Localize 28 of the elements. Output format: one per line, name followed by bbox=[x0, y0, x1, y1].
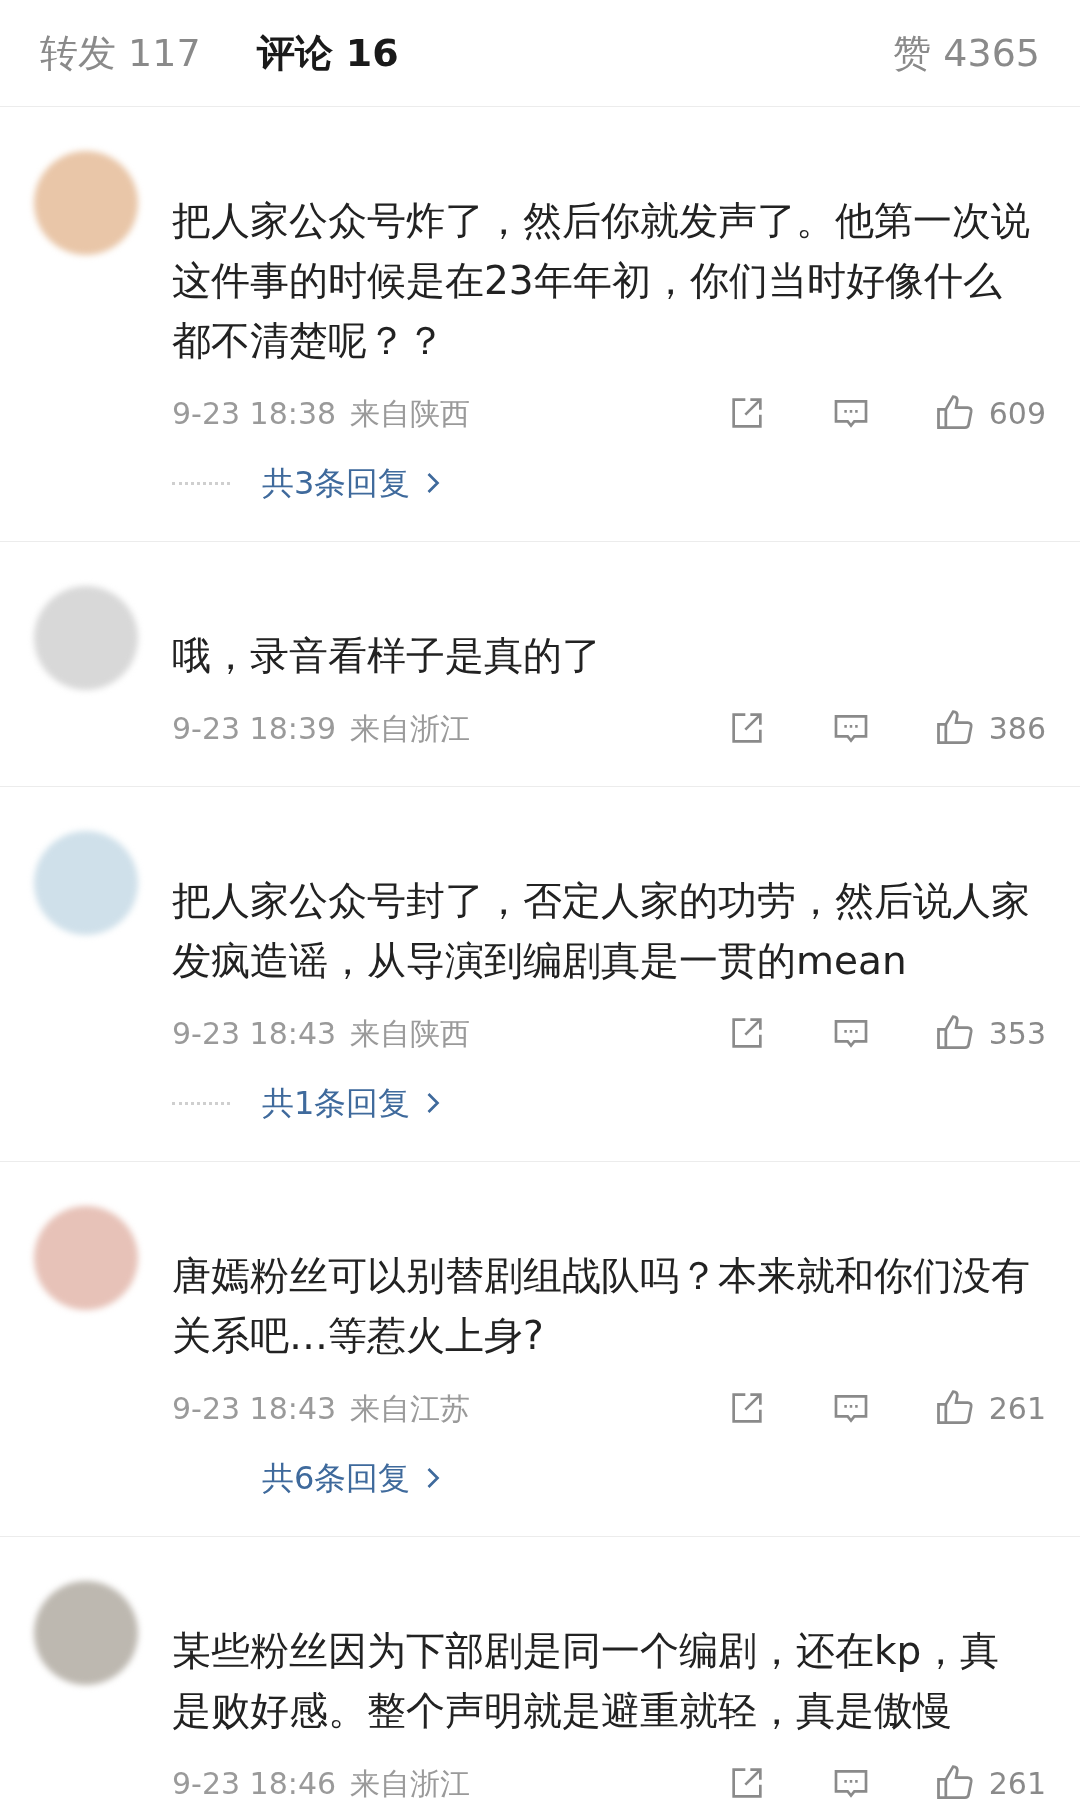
comment-time: 9-23 18:46 bbox=[172, 1764, 337, 1803]
comment-time: 9-23 18:39 bbox=[172, 709, 337, 748]
tab[interactable]: 赞 4365 bbox=[893, 24, 1040, 82]
like-count: 261 bbox=[988, 1389, 1046, 1428]
comment-time: 9-23 18:43 bbox=[172, 1389, 337, 1428]
comment-location: 来自陕西 bbox=[350, 394, 471, 433]
comment-time: 9-23 18:38 bbox=[172, 394, 337, 433]
comment-location: 来自陕西 bbox=[350, 1014, 471, 1053]
tab[interactable]: 转发 117 bbox=[40, 24, 201, 82]
like-count: 609 bbox=[988, 394, 1046, 433]
like-count: 353 bbox=[988, 1014, 1046, 1053]
tab[interactable]: 评论 16 bbox=[256, 24, 399, 82]
like-count: 386 bbox=[988, 709, 1046, 748]
comment-location: 来自浙江 bbox=[350, 1764, 471, 1803]
comment-text: 某些粉丝因为下部剧是同一个编剧，还在kp，真是败好感。整个声明就是避重就轻，真是傲慢 bbox=[172, 1627, 1001, 1735]
view-replies-link[interactable]: 共6条回复 bbox=[262, 1454, 443, 1502]
comment-location: 来自浙江 bbox=[350, 709, 471, 748]
comment-text: 把人家公众号炸了，然后你就发声了。他第一次说这件事的时候是在23年年初，你们当时好像什么都不清楚呢？？ bbox=[172, 197, 1031, 365]
view-replies-link[interactable]: 共1条回复 bbox=[262, 1079, 443, 1127]
comment-text: 把人家公众号封了，否定人家的功劳，然后说人家发疯造谣，从导演到编剧真是一贯的mean bbox=[172, 877, 1031, 985]
comment-text: 哦，录音看样子是真的了 bbox=[172, 632, 602, 680]
like-count: 261 bbox=[988, 1764, 1046, 1803]
comment-time: 9-23 18:43 bbox=[172, 1014, 337, 1053]
dotted-line bbox=[172, 481, 230, 485]
comment-text: 唐嫣粉丝可以别替剧组战队吗？本来就和你们没有关系吧…等惹火上身? bbox=[172, 1252, 1031, 1360]
dotted-line bbox=[172, 1101, 230, 1105]
view-replies-link[interactable]: 共3条回复 bbox=[262, 459, 443, 507]
comment-location: 来自江苏 bbox=[350, 1389, 471, 1428]
